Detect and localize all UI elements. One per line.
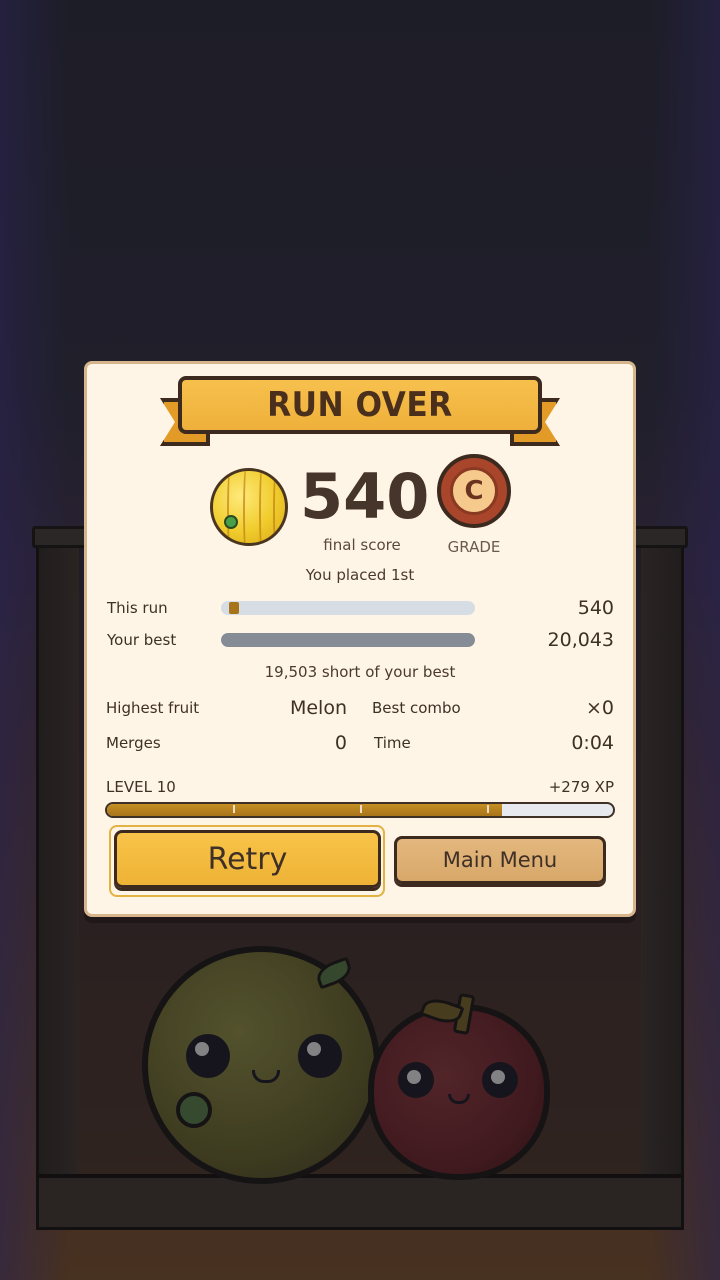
xp-progress-bar [105,802,615,818]
time-label: Time [374,734,411,752]
this-run-bar-fill [229,602,239,614]
final-score-value: 540 [300,460,430,533]
xp-tick [487,805,489,813]
your-best-value: 20,043 [547,629,614,651]
level-label: LEVEL 10 [106,778,176,796]
melon-icon-stripe [259,471,267,543]
highest-fruit-value: Melon [289,697,347,719]
grade-badge: C [437,454,511,528]
xp-gain-label: +279 XP [548,778,614,796]
merges-label: Merges [106,734,161,752]
this-run-label: This run [107,599,168,617]
melon-icon [210,468,288,546]
retry-button[interactable]: Retry [114,830,381,888]
xp-tick [233,805,235,813]
this-run-bar [221,601,475,615]
merges-value: 0 [334,732,347,754]
best-combo-value: ×0 [585,697,614,719]
best-gap-note: 19,503 short of your best [264,663,456,681]
run-over-banner: RUN OVER [160,374,560,450]
this-run-value: 540 [577,597,614,619]
grade-label: GRADE [447,538,501,556]
main-menu-button[interactable]: Main Menu [394,836,606,884]
highest-fruit-label: Highest fruit [106,699,200,717]
melon-icon-stripe [227,471,235,543]
your-best-bar-fill [221,633,475,647]
melon-icon-stripe [243,471,251,543]
banner-body: RUN OVER [178,376,542,434]
grade-letter: C [450,467,498,515]
melon-icon-stem [224,515,238,529]
xp-progress-fill [107,804,502,816]
melon-icon-stripe [273,471,281,543]
your-best-label: Your best [107,631,177,649]
xp-tick [360,805,362,813]
page-title: RUN OVER [267,385,453,425]
time-value: 0:04 [571,732,614,754]
final-score-label: final score [323,536,401,554]
your-best-bar [221,633,475,647]
best-combo-label: Best combo [372,699,461,717]
placement-text: You placed 1st [305,566,415,584]
